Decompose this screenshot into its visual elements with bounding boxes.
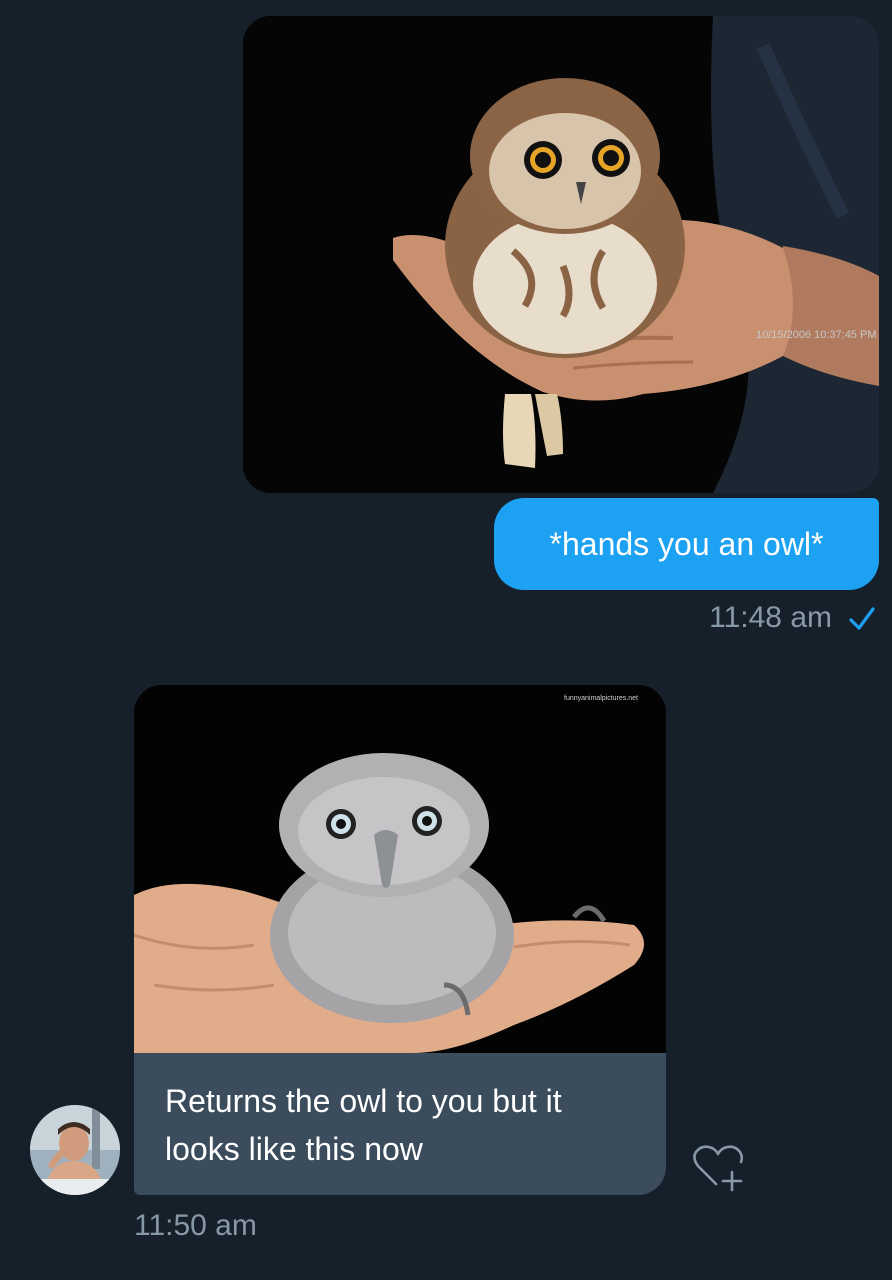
outgoing-timestamp: 11:48 am bbox=[709, 601, 832, 634]
user-avatar[interactable] bbox=[30, 1105, 120, 1195]
incoming-text-bubble[interactable]: Returns the owl to you but it looks like… bbox=[134, 1053, 666, 1195]
heart-plus-icon[interactable] bbox=[690, 1142, 746, 1192]
baby-owl-photo: funnyanimalpictures.net bbox=[134, 685, 666, 1053]
owl-photo: 10/15/2006 10:37:45 PM bbox=[243, 16, 879, 493]
photo-timestamp-overlay: 10/15/2006 10:37:45 PM bbox=[756, 329, 876, 341]
outgoing-text-bubble[interactable]: *hands you an owl* bbox=[494, 498, 879, 590]
incoming-image-message[interactable]: funnyanimalpictures.net bbox=[134, 685, 666, 1053]
photo-watermark: funnyanimalpictures.net bbox=[564, 695, 638, 702]
outgoing-image-message[interactable]: 10/15/2006 10:37:45 PM bbox=[243, 16, 879, 493]
avatar-image bbox=[30, 1105, 120, 1195]
incoming-message-text: Returns the owl to you but it looks like… bbox=[165, 1083, 562, 1167]
read-check-icon bbox=[849, 607, 875, 630]
incoming-timestamp: 11:50 am bbox=[134, 1209, 257, 1242]
outgoing-message-text: *hands you an owl* bbox=[549, 525, 824, 562]
